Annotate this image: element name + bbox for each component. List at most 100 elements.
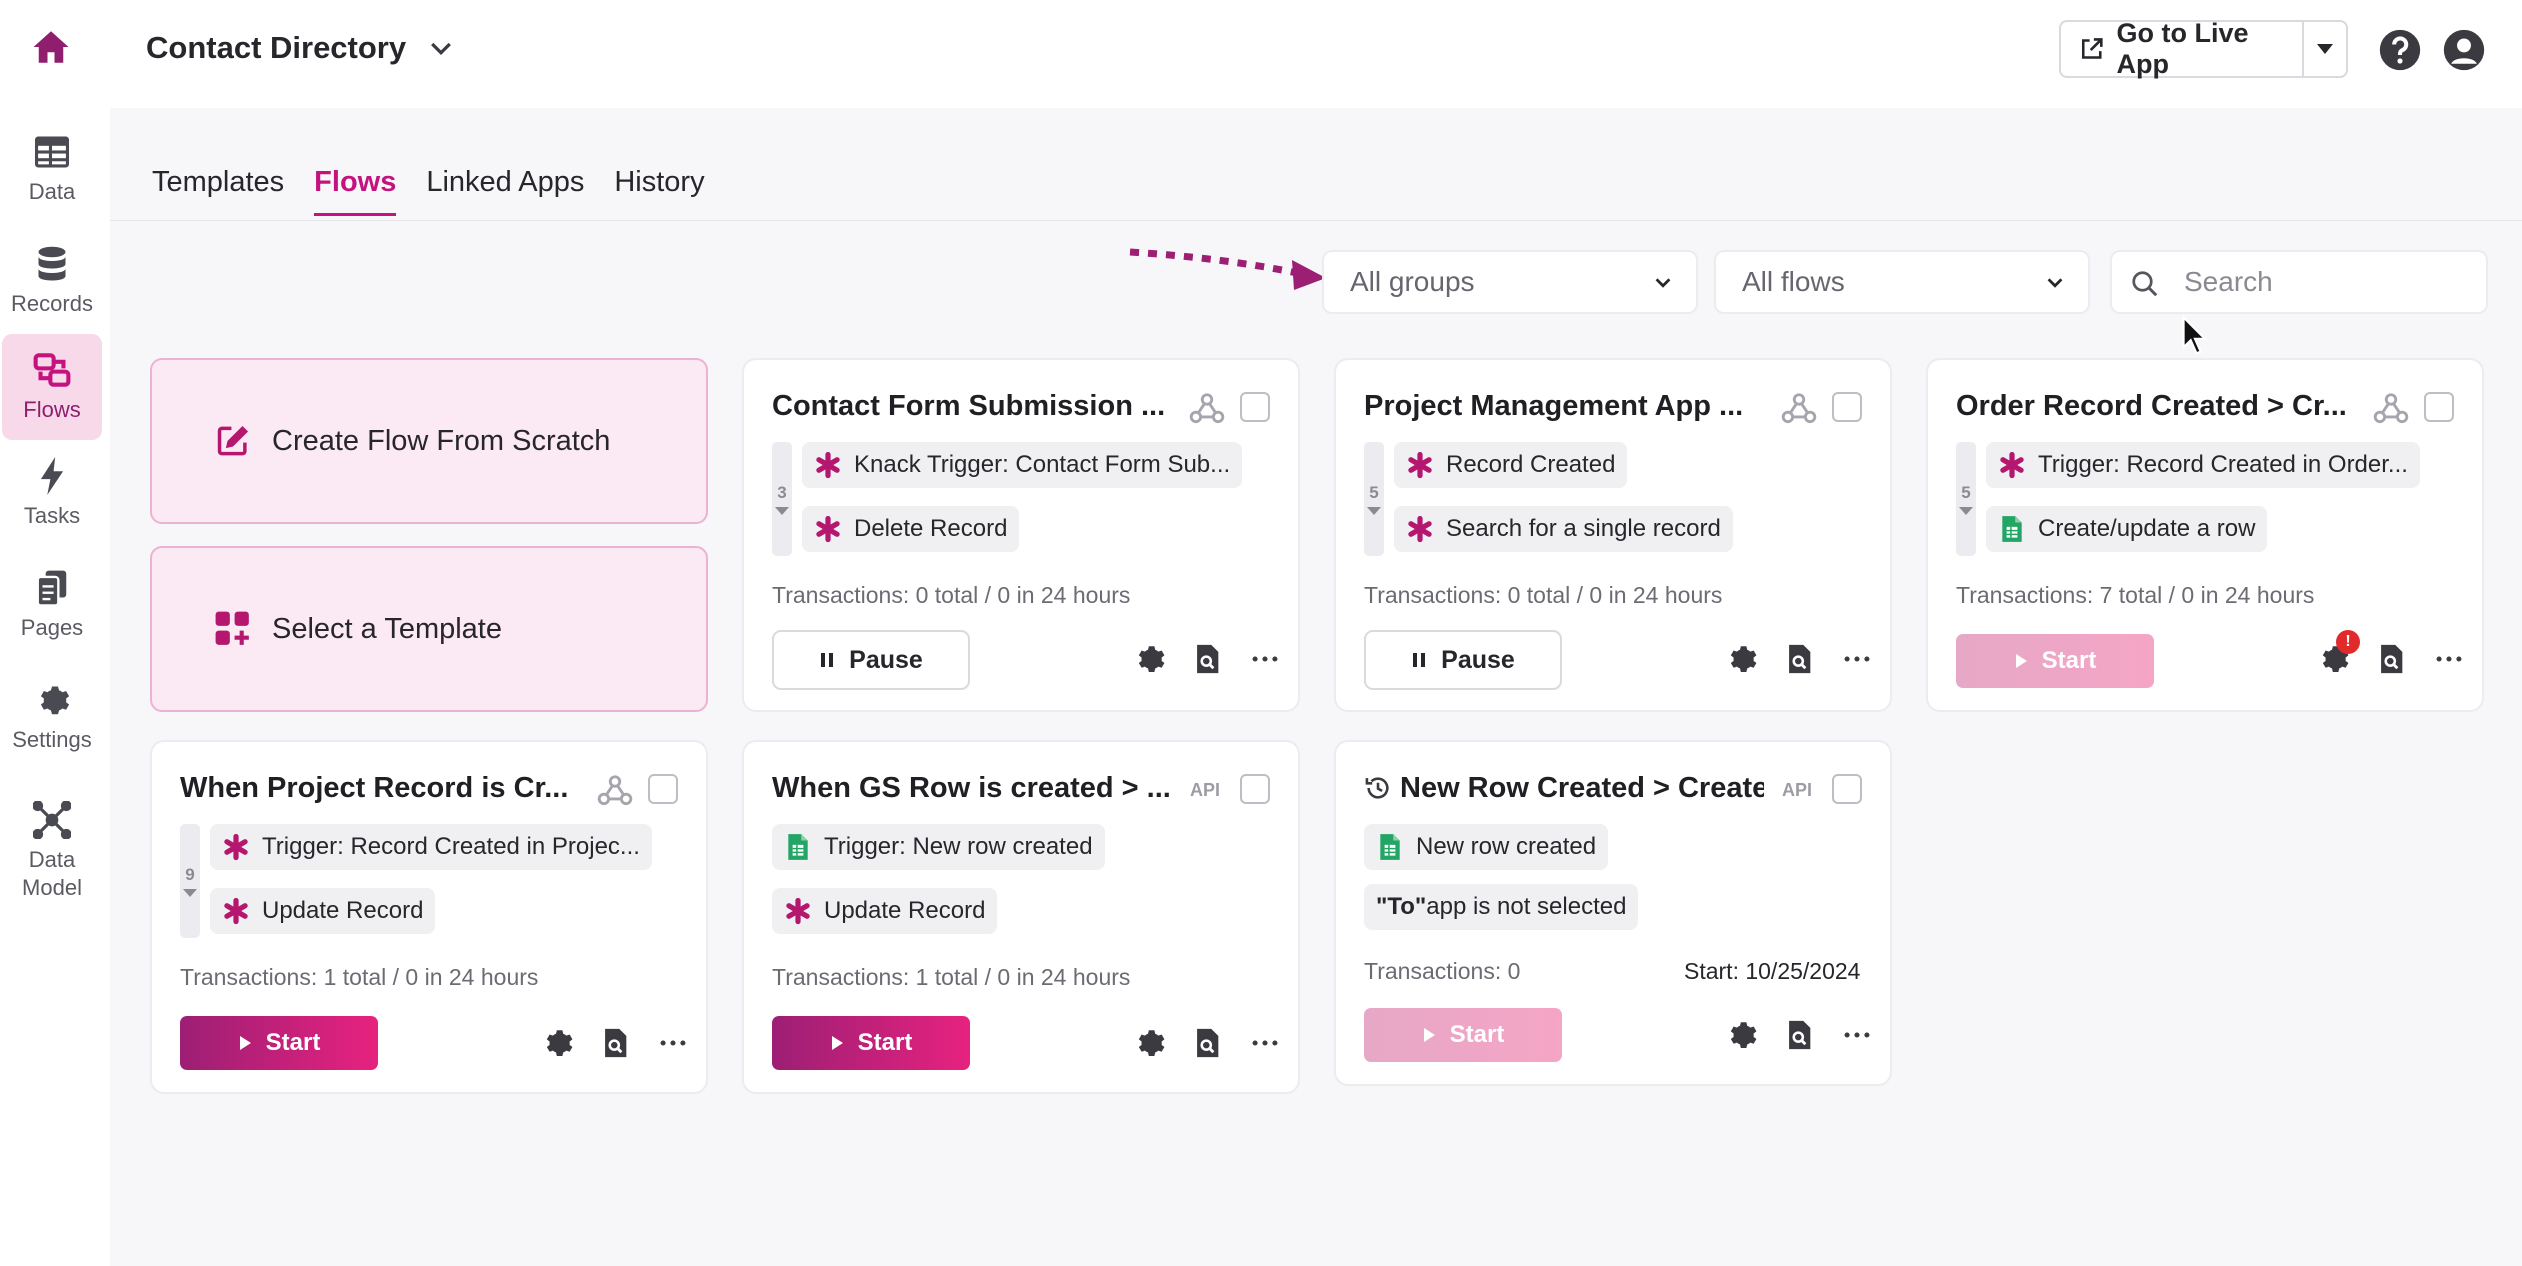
start-button[interactable]: Start [772, 1016, 970, 1070]
rail-item-tasks[interactable]: Tasks [2, 440, 102, 546]
home-icon[interactable] [30, 26, 72, 68]
user-avatar-icon[interactable] [2442, 28, 2486, 72]
document-search-icon[interactable] [598, 1026, 632, 1060]
rail-label: Tasks [23, 503, 81, 528]
flow-select-checkbox[interactable] [1832, 392, 1862, 422]
flow-card[interactable]: Order Record Created > Cr... 5 Trigger: … [1926, 358, 2484, 712]
rail-item-pages[interactable]: Pages [2, 552, 102, 658]
transactions-text: Transactions: 0 total / 0 in 24 hours [1364, 582, 1723, 608]
alert-badge: ! [2336, 630, 2360, 654]
start-button[interactable]: Start [1364, 1008, 1562, 1062]
google-sheets-icon [2002, 516, 2022, 542]
groups-select-value: All groups [1350, 266, 1475, 297]
app-title[interactable]: Contact Directory [146, 30, 406, 66]
flow-card[interactable]: Project Management App ... 5 Record Crea… [1334, 358, 1892, 712]
chevron-down-icon [2047, 278, 2063, 288]
google-sheets-icon [788, 834, 808, 860]
flow-step-label: Delete Record [854, 515, 1008, 542]
document-search-icon[interactable] [1190, 1026, 1224, 1060]
create-flow-from-scratch-button[interactable]: Create Flow From Scratch [150, 358, 708, 524]
flow-card-title[interactable]: Order Record Created > Cr... [1956, 390, 2356, 423]
flow-card-tools [540, 1026, 690, 1060]
flow-select-checkbox[interactable] [648, 774, 678, 804]
flow-card[interactable]: When Project Record is Cr... 9 Trigger: … [150, 740, 708, 1094]
rail-item-data[interactable]: Data [2, 116, 102, 222]
flows-select[interactable]: All flows [1714, 250, 2090, 314]
pause-button[interactable]: Pause [1364, 630, 1562, 690]
pause-icon [821, 653, 834, 667]
rail-label: Flows [23, 397, 81, 422]
flow-step: Search for a single record [1394, 506, 1733, 552]
flow-step: Trigger: New row created [772, 824, 1105, 870]
flow-select-checkbox[interactable] [2424, 392, 2454, 422]
gear-icon[interactable] [1132, 1026, 1166, 1060]
flow-step: Update Record [772, 888, 998, 934]
bolt-icon [32, 456, 72, 496]
tab-linked-apps[interactable]: Linked Apps [426, 166, 584, 216]
more-options-icon[interactable] [2432, 642, 2466, 676]
gear-icon[interactable] [1132, 642, 1166, 676]
flow-select-checkbox[interactable] [1240, 774, 1270, 804]
chevron-down-icon[interactable] [426, 34, 456, 64]
tab-templates[interactable]: Templates [152, 166, 284, 216]
select-template-button[interactable]: Select a Template [150, 546, 708, 712]
flow-select-checkbox[interactable] [1832, 774, 1862, 804]
rail-item-records[interactable]: Records [2, 228, 102, 334]
document-search-icon[interactable] [1782, 642, 1816, 676]
steps-count-toggle[interactable]: 3 [772, 442, 792, 556]
groups-select[interactable]: All groups [1322, 250, 1698, 314]
flow-card-title[interactable]: Project Management App ... [1364, 390, 1764, 423]
go-to-live-app-button[interactable]: Go to Live App [2059, 18, 2306, 79]
steps-count-toggle[interactable]: 5 [1956, 442, 1976, 556]
help-icon[interactable] [2378, 28, 2422, 72]
rail-item-settings[interactable]: Settings [2, 664, 102, 770]
steps-count-toggle[interactable]: 9 [180, 824, 200, 938]
document-search-icon[interactable] [2374, 642, 2408, 676]
flow-step-label: Trigger: New row created [824, 833, 1093, 860]
live-app-dropdown-button[interactable] [2302, 20, 2348, 78]
external-link-icon [2081, 38, 2103, 59]
more-options-icon[interactable] [1248, 642, 1282, 676]
play-icon [239, 1036, 251, 1050]
database-icon [32, 244, 72, 284]
pause-button[interactable]: Pause [772, 630, 970, 690]
start-button[interactable]: Start [180, 1016, 378, 1070]
pages-icon [32, 568, 72, 608]
search-icon [2132, 271, 2158, 297]
gear-icon[interactable] [1724, 642, 1758, 676]
flow-card[interactable]: When GS Row is created > ... API Trigger… [742, 740, 1300, 1094]
more-options-icon[interactable] [1840, 1018, 1874, 1052]
tab-history[interactable]: History [614, 166, 704, 216]
search-input[interactable]: Search [2110, 250, 2488, 314]
pause-label: Pause [1441, 645, 1515, 674]
rail-item-flows[interactable]: Flows [2, 334, 102, 440]
transactions-text: Transactions: 1 total / 0 in 24 hours [772, 964, 1131, 990]
transactions-text: Transactions: 0 [1364, 958, 1521, 984]
flow-card-title[interactable]: When GS Row is created > ... [772, 772, 1172, 805]
tabs-divider [110, 220, 2522, 221]
steps-count: 3 [777, 483, 787, 502]
flow-card-title[interactable]: Contact Form Submission ... [772, 390, 1172, 423]
steps-count-toggle[interactable]: 5 [1364, 442, 1384, 556]
more-options-icon[interactable] [1840, 642, 1874, 676]
gear-icon[interactable] [540, 1026, 574, 1060]
gear-icon[interactable] [1724, 1018, 1758, 1052]
tabs: Templates Flows Linked Apps History [152, 166, 705, 216]
flow-card[interactable]: Contact Form Submission ... 3 Knack Trig… [742, 358, 1300, 712]
flows-icon [32, 350, 72, 390]
flow-card[interactable]: New Row Created > Create... API New row … [1334, 740, 1892, 1086]
flow-select-checkbox[interactable] [1240, 392, 1270, 422]
start-button[interactable]: Start [1956, 634, 2154, 688]
rail-item-data-model[interactable]: Data Model [2, 786, 102, 916]
flow-card-title[interactable]: When Project Record is Cr... [180, 772, 580, 805]
flow-card-title[interactable]: New Row Created > Create... [1364, 772, 1764, 805]
tab-flows[interactable]: Flows [314, 166, 397, 216]
document-search-icon[interactable] [1190, 642, 1224, 676]
api-badge: API [1190, 780, 1221, 800]
caret-down-icon [2317, 44, 2333, 54]
document-search-icon[interactable] [1782, 1018, 1816, 1052]
template-grid-icon [215, 611, 249, 645]
more-options-icon[interactable] [656, 1026, 690, 1060]
more-options-icon[interactable] [1248, 1026, 1282, 1060]
settings-with-alert[interactable]: ! [2316, 630, 2360, 676]
